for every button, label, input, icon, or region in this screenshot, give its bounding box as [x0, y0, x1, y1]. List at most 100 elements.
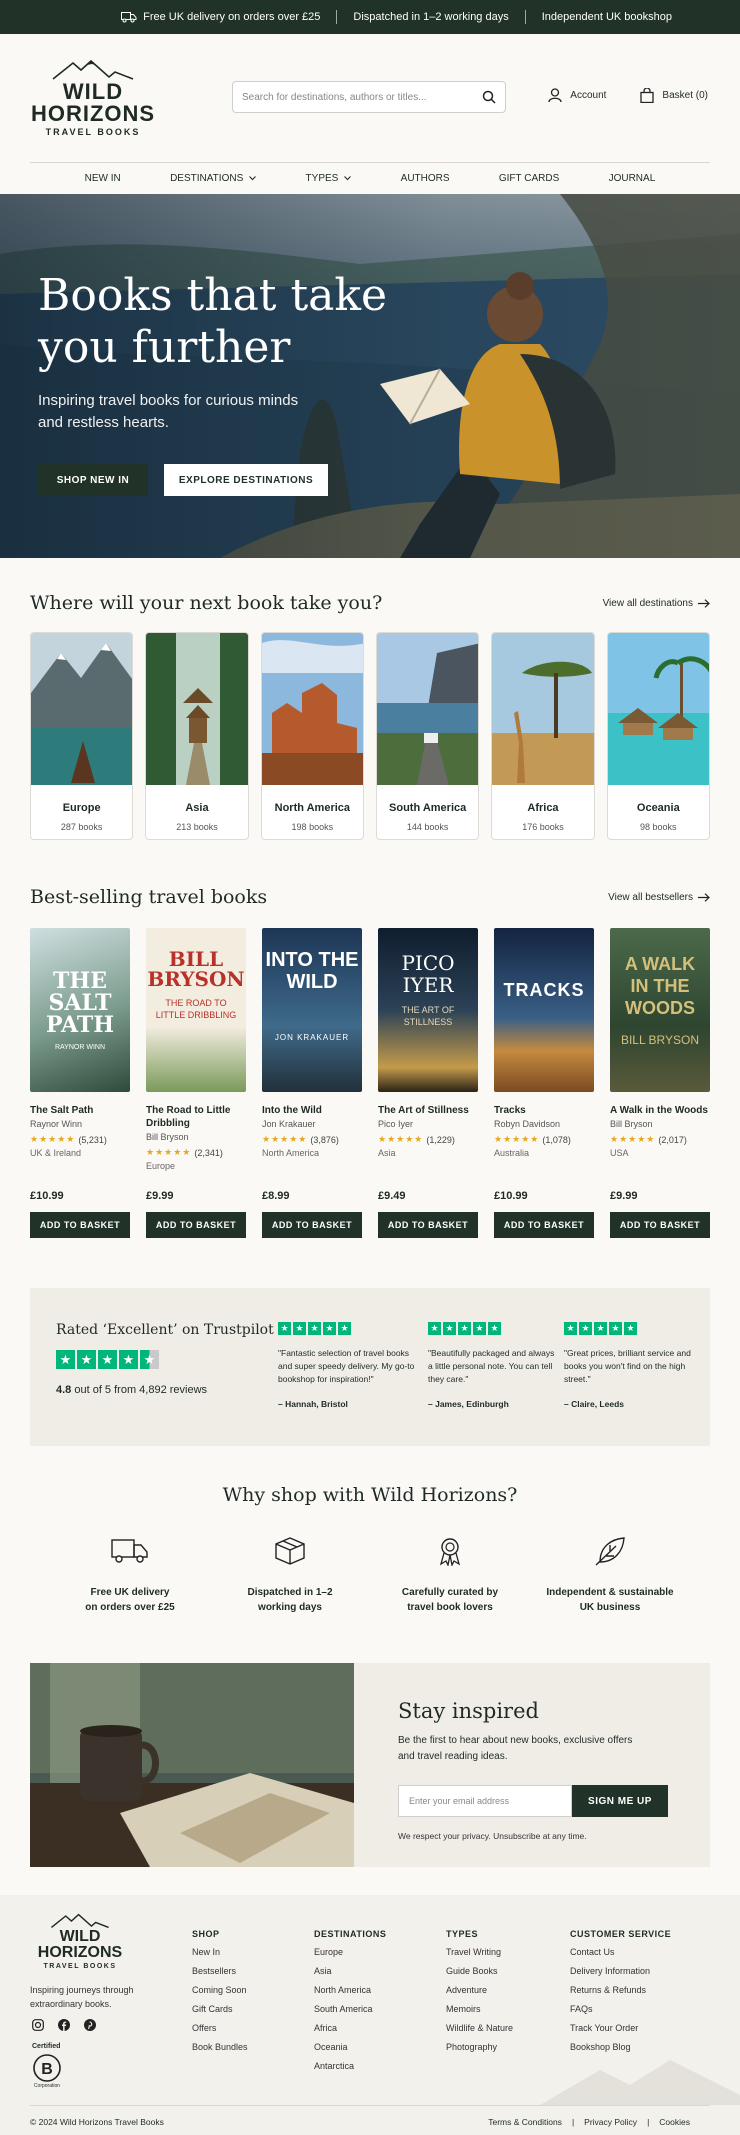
book-cover[interactable]: INTO THE WILD JON KRAKAUER [262, 928, 362, 1092]
announcement-text: Free UK delivery on orders over £25 [143, 11, 321, 23]
destination-card-oceania[interactable]: Oceania 98 books [606, 632, 710, 840]
email-input[interactable]: Enter your email address [398, 1785, 572, 1817]
book-author: Robyn Davidson [494, 1119, 561, 1129]
footer-column-title: CUSTOMER SERVICE [570, 1929, 672, 1939]
pinterest-icon[interactable] [84, 2019, 96, 2031]
footer-link[interactable]: Travel Writing [446, 1947, 513, 1957]
footer-link[interactable]: New In [192, 1947, 248, 1957]
footer-logo[interactable]: WILD HORIZONS TRAVEL BOOKS [30, 1913, 130, 1970]
nav-journal[interactable]: JOURNAL [609, 173, 656, 184]
destination-card-north-america[interactable]: North America 198 books [260, 632, 364, 840]
nav-authors[interactable]: AUTHORS [401, 173, 450, 184]
nav-destinations[interactable]: DESTINATIONS [170, 173, 257, 184]
account-link[interactable]: Account [548, 88, 606, 103]
review-count: (2,341) [194, 1147, 223, 1158]
cover-author: JON KRAKAUER [274, 1032, 350, 1042]
destination-card-south-america[interactable]: South America 144 books [375, 632, 480, 840]
hero-banner: Books that take you further Inspiring tra… [0, 194, 740, 558]
tagline-line: extraordinary books. [30, 1999, 112, 2009]
footer-link[interactable]: Returns & Refunds [570, 1985, 671, 1995]
book-title[interactable]: Into the Wild [262, 1104, 362, 1117]
footer-link[interactable]: Gift Cards [192, 2004, 248, 2014]
footer-link[interactable]: Offers [192, 2023, 248, 2033]
sign-up-button[interactable]: SIGN ME UP [572, 1785, 668, 1817]
footer-link[interactable]: Book Bundles [192, 2042, 248, 2052]
add-to-basket-button[interactable]: ADD TO BASKET [378, 1212, 478, 1238]
site-logo[interactable]: WILD HORIZONS TRAVEL BOOKS [30, 59, 156, 137]
star-icon: ★ [338, 1322, 351, 1335]
facebook-icon[interactable] [58, 2019, 70, 2031]
add-to-basket-button[interactable]: ADD TO BASKET [610, 1212, 710, 1238]
book-cover[interactable]: A WALK IN THE WOODS BILL BRYSON [610, 928, 710, 1092]
instagram-icon[interactable] [32, 2019, 44, 2031]
book-cover[interactable]: THE SALT PATH RAYNOR WINN [30, 928, 130, 1092]
site-header: WILD HORIZONS TRAVEL BOOKS Search for de… [0, 34, 740, 162]
book-title[interactable]: A Walk in the Woods [610, 1104, 710, 1117]
half-star-icon: ★ [140, 1350, 159, 1369]
footer-link[interactable]: Track Your Order [570, 2023, 671, 2033]
logo-tagline: TRAVEL BOOKS [45, 127, 141, 137]
destination-image [31, 633, 133, 785]
footer-link[interactable]: North America [314, 1985, 386, 1995]
footer-link[interactable]: Bestsellers [192, 1966, 248, 1976]
add-to-basket-button[interactable]: ADD TO BASKET [262, 1212, 362, 1238]
book-cover[interactable]: PICO IYER THE ART OF STILLNESS [378, 928, 478, 1092]
nav-label: DESTINATIONS [170, 173, 244, 184]
view-all-bestsellers-link[interactable]: View all bestsellers [608, 892, 710, 903]
book-title[interactable]: The Road to Little Dribbling [146, 1104, 246, 1130]
search-icon[interactable] [482, 90, 496, 104]
footer-link[interactable]: FAQs [570, 2004, 671, 2014]
add-to-basket-button[interactable]: ADD TO BASKET [494, 1212, 594, 1238]
footer-link[interactable]: Asia [314, 1966, 386, 1976]
destination-name: North America [274, 802, 351, 814]
book-title[interactable]: Tracks [494, 1104, 594, 1117]
footer-link[interactable]: Europe [314, 1947, 386, 1957]
destination-count: 144 books [406, 822, 449, 832]
footer-link[interactable]: Antarctica [314, 2061, 386, 2071]
book-cover[interactable]: BILL BRYSON THE ROAD TO LITTLE DRIBBLING [146, 928, 246, 1092]
review-card: ★ ★ ★ ★ ★ "Beautifully packaged and always a… [428, 1322, 558, 1411]
product-card: INTO THE WILD JON KRAKAUER Into the Wild… [262, 928, 362, 1238]
footer-link[interactable]: Wildlife & Nature [446, 2023, 513, 2033]
footer-link[interactable]: Guide Books [446, 1966, 513, 1976]
destination-count: 287 books [60, 822, 103, 832]
destination-name: Oceania [636, 802, 680, 814]
footer-link[interactable]: Delivery Information [570, 1966, 671, 1976]
add-to-basket-button[interactable]: ADD TO BASKET [30, 1212, 130, 1238]
view-all-destinations-link[interactable]: View all destinations [603, 598, 710, 609]
arrow-right-icon [698, 598, 710, 608]
footer-link[interactable]: Africa [314, 2023, 386, 2033]
book-cover[interactable]: TRACKS [494, 928, 594, 1092]
explore-destinations-button[interactable]: EXPLORE DESTINATIONS [164, 464, 328, 496]
review-count: (3,876) [310, 1134, 339, 1145]
nav-new-in[interactable]: NEW IN [85, 173, 121, 184]
destination-image [607, 633, 709, 785]
footer-link[interactable]: Oceania [314, 2042, 386, 2052]
search-input[interactable]: Search for destinations, authors or titl… [232, 81, 506, 113]
bestsellers-header: Best-selling travel books View all bests… [0, 886, 740, 908]
header-actions: Account Basket (0) [548, 88, 708, 103]
nav-types[interactable]: TYPES [306, 173, 352, 184]
footer-link[interactable]: Contact Us [570, 1947, 671, 1957]
bcorp-label: Certified [32, 2043, 61, 2050]
book-title[interactable]: The Art of Stillness [378, 1104, 478, 1117]
destination-card-europe[interactable]: Europe 287 books [30, 632, 134, 840]
destination-card-asia[interactable]: Asia 213 books [145, 632, 249, 840]
shop-new-in-button[interactable]: SHOP NEW IN [38, 464, 148, 496]
footer-link[interactable]: Memoirs [446, 2004, 513, 2014]
book-title[interactable]: The Salt Path [30, 1104, 130, 1117]
review-text: "Fantastic selection of travel books and… [278, 1348, 415, 1384]
footer-link[interactable]: South America [314, 2004, 386, 2014]
footer-link[interactable]: Bookshop Blog [570, 2042, 671, 2052]
basket-link[interactable]: Basket (0) [640, 88, 708, 103]
basket-label: Basket (0) [662, 90, 708, 101]
add-to-basket-button[interactable]: ADD TO BASKET [146, 1212, 246, 1238]
footer-link[interactable]: Coming Soon [192, 1985, 248, 1995]
destination-card-africa[interactable]: Africa 176 books [491, 632, 595, 840]
footer-link[interactable]: Adventure [446, 1985, 513, 1995]
rating-stars: ★★★★★ (1,229) [378, 1134, 455, 1145]
nav-gift-cards[interactable]: GIFT CARDS [499, 173, 559, 184]
footer-link[interactable]: Photography [446, 2042, 513, 2052]
award-icon [439, 1538, 461, 1567]
book-region: USA [610, 1148, 629, 1158]
